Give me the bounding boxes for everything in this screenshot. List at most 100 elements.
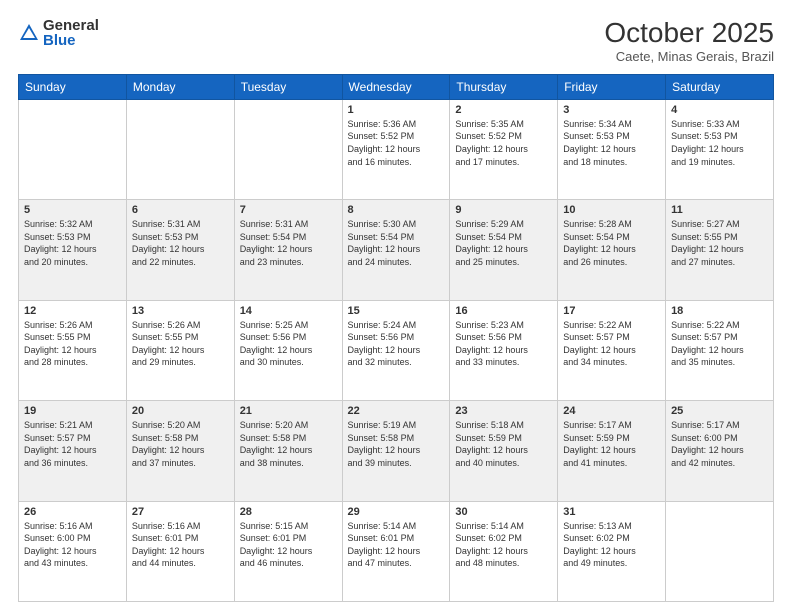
day-info: Sunrise: 5:36 AM Sunset: 5:52 PM Dayligh… <box>348 118 445 168</box>
calendar-cell: 24 Sunrise: 5:17 AM Sunset: 5:59 PM Dayli… <box>558 401 666 501</box>
calendar-cell: 11Sunrise: 5:27 AM Sunset: 5:55 PM Dayli… <box>666 200 774 300</box>
day-info: Sunrise: 5:19 AM Sunset: 5:58 PM Dayligh… <box>348 419 445 469</box>
day-number: 5 <box>24 204 121 216</box>
day-number: 1 <box>348 104 445 116</box>
day-number: 11 <box>671 204 768 216</box>
day-number: 15 <box>348 305 445 317</box>
day-number: 18 <box>671 305 768 317</box>
col-wednesday: Wednesday <box>342 74 450 99</box>
day-number: 7 <box>240 204 337 216</box>
calendar-header: Sunday Monday Tuesday Wednesday Thursday… <box>19 74 774 99</box>
col-saturday: Saturday <box>666 74 774 99</box>
logo-icon <box>18 22 40 44</box>
calendar-week-2: 5 Sunrise: 5:32 AM Sunset: 5:53 PM Daylig… <box>19 200 774 300</box>
month-title: October 2025 <box>604 18 774 49</box>
day-number: 2 <box>455 104 552 116</box>
calendar-cell: 14Sunrise: 5:25 AM Sunset: 5:56 PM Dayli… <box>234 300 342 400</box>
calendar-cell: 12Sunrise: 5:26 AM Sunset: 5:55 PM Dayli… <box>19 300 127 400</box>
calendar-cell: 10 Sunrise: 5:28 AM Sunset: 5:54 PM Dayli… <box>558 200 666 300</box>
day-number: 3 <box>563 104 660 116</box>
day-info: Sunrise: 5:17 AM Sunset: 6:00 PM Dayligh… <box>671 419 768 469</box>
calendar-week-4: 19Sunrise: 5:21 AM Sunset: 5:57 PM Dayli… <box>19 401 774 501</box>
day-info: Sunrise: 5:17 AM Sunset: 5:59 PM Dayligh… <box>563 419 660 469</box>
day-info: Sunrise: 5:13 AM Sunset: 6:02 PM Dayligh… <box>563 520 660 570</box>
calendar-cell: 2Sunrise: 5:35 AM Sunset: 5:52 PM Daylig… <box>450 99 558 199</box>
calendar-cell: 29 Sunrise: 5:14 AM Sunset: 6:01 PM Dayli… <box>342 501 450 601</box>
title-block: October 2025 Caete, Minas Gerais, Brazil <box>604 18 774 64</box>
day-number: 30 <box>455 506 552 518</box>
calendar-week-1: 1 Sunrise: 5:36 AM Sunset: 5:52 PM Daylig… <box>19 99 774 199</box>
day-number: 13 <box>132 305 229 317</box>
calendar-week-3: 12 Sunrise: 5:26 AM Sunset: 5:55 PM Dayli… <box>19 300 774 400</box>
logo-text: General Blue <box>43 18 99 48</box>
calendar-cell: 20 Sunrise: 5:20 AM Sunset: 5:58 PM Dayli… <box>126 401 234 501</box>
calendar-cell: 27 Sunrise: 5:16 AM Sunset: 6:01 PM Dayli… <box>126 501 234 601</box>
calendar-cell: 9Sunrise: 5:29 AM Sunset: 5:54 PM Daylig… <box>450 200 558 300</box>
location: Caete, Minas Gerais, Brazil <box>604 49 774 64</box>
day-number: 27 <box>132 506 229 518</box>
day-info: Sunrise: 5:24 AM Sunset: 5:56 PM Dayligh… <box>348 319 445 369</box>
day-info: Sunrise: 5:22 AM Sunset: 5:57 PM Dayligh… <box>563 319 660 369</box>
col-thursday: Thursday <box>450 74 558 99</box>
page: General Blue October 2025 Caete, Minas G… <box>0 0 792 612</box>
day-number: 24 <box>563 405 660 417</box>
calendar-cell: 28Sunrise: 5:15 AM Sunset: 6:01 PM Dayli… <box>234 501 342 601</box>
day-number: 10 <box>563 204 660 216</box>
day-info: Sunrise: 5:28 AM Sunset: 5:54 PM Dayligh… <box>563 218 660 268</box>
calendar-cell: 25 Sunrise: 5:17 AM Sunset: 6:00 PM Dayli… <box>666 401 774 501</box>
logo: General Blue <box>18 18 99 48</box>
calendar-cell: 26Sunrise: 5:16 AM Sunset: 6:00 PM Dayli… <box>19 501 127 601</box>
calendar-cell <box>19 99 127 199</box>
day-number: 6 <box>132 204 229 216</box>
day-info: Sunrise: 5:14 AM Sunset: 6:01 PM Dayligh… <box>348 520 445 570</box>
day-info: Sunrise: 5:15 AM Sunset: 6:01 PM Dayligh… <box>240 520 337 570</box>
day-info: Sunrise: 5:29 AM Sunset: 5:54 PM Dayligh… <box>455 218 552 268</box>
day-number: 12 <box>24 305 121 317</box>
calendar-table: Sunday Monday Tuesday Wednesday Thursday… <box>18 74 774 602</box>
calendar-cell <box>126 99 234 199</box>
calendar-cell: 17Sunrise: 5:22 AM Sunset: 5:57 PM Dayli… <box>558 300 666 400</box>
col-monday: Monday <box>126 74 234 99</box>
calendar-cell: 13 Sunrise: 5:26 AM Sunset: 5:55 PM Dayli… <box>126 300 234 400</box>
day-info: Sunrise: 5:34 AM Sunset: 5:53 PM Dayligh… <box>563 118 660 168</box>
calendar-cell: 3 Sunrise: 5:34 AM Sunset: 5:53 PM Daylig… <box>558 99 666 199</box>
day-number: 14 <box>240 305 337 317</box>
calendar-body: 1 Sunrise: 5:36 AM Sunset: 5:52 PM Daylig… <box>19 99 774 601</box>
header-row: Sunday Monday Tuesday Wednesday Thursday… <box>19 74 774 99</box>
day-info: Sunrise: 5:31 AM Sunset: 5:53 PM Dayligh… <box>132 218 229 268</box>
day-info: Sunrise: 5:21 AM Sunset: 5:57 PM Dayligh… <box>24 419 121 469</box>
day-number: 4 <box>671 104 768 116</box>
calendar-cell: 4Sunrise: 5:33 AM Sunset: 5:53 PM Daylig… <box>666 99 774 199</box>
calendar-cell: 19Sunrise: 5:21 AM Sunset: 5:57 PM Dayli… <box>19 401 127 501</box>
day-number: 23 <box>455 405 552 417</box>
day-info: Sunrise: 5:18 AM Sunset: 5:59 PM Dayligh… <box>455 419 552 469</box>
header: General Blue October 2025 Caete, Minas G… <box>18 18 774 64</box>
calendar-cell: 23 Sunrise: 5:18 AM Sunset: 5:59 PM Dayli… <box>450 401 558 501</box>
day-number: 29 <box>348 506 445 518</box>
calendar-week-5: 26Sunrise: 5:16 AM Sunset: 6:00 PM Dayli… <box>19 501 774 601</box>
day-number: 26 <box>24 506 121 518</box>
calendar-cell: 21 Sunrise: 5:20 AM Sunset: 5:58 PM Dayli… <box>234 401 342 501</box>
calendar-cell: 8Sunrise: 5:30 AM Sunset: 5:54 PM Daylig… <box>342 200 450 300</box>
day-info: Sunrise: 5:23 AM Sunset: 5:56 PM Dayligh… <box>455 319 552 369</box>
col-sunday: Sunday <box>19 74 127 99</box>
day-info: Sunrise: 5:20 AM Sunset: 5:58 PM Dayligh… <box>132 419 229 469</box>
calendar-cell <box>666 501 774 601</box>
day-info: Sunrise: 5:14 AM Sunset: 6:02 PM Dayligh… <box>455 520 552 570</box>
day-number: 20 <box>132 405 229 417</box>
calendar-cell: 15 Sunrise: 5:24 AM Sunset: 5:56 PM Dayli… <box>342 300 450 400</box>
day-number: 25 <box>671 405 768 417</box>
day-info: Sunrise: 5:26 AM Sunset: 5:55 PM Dayligh… <box>132 319 229 369</box>
day-info: Sunrise: 5:16 AM Sunset: 6:01 PM Dayligh… <box>132 520 229 570</box>
day-number: 16 <box>455 305 552 317</box>
calendar-cell: 5 Sunrise: 5:32 AM Sunset: 5:53 PM Daylig… <box>19 200 127 300</box>
calendar-cell: 31 Sunrise: 5:13 AM Sunset: 6:02 PM Dayli… <box>558 501 666 601</box>
day-number: 31 <box>563 506 660 518</box>
day-info: Sunrise: 5:20 AM Sunset: 5:58 PM Dayligh… <box>240 419 337 469</box>
calendar-cell: 7Sunrise: 5:31 AM Sunset: 5:54 PM Daylig… <box>234 200 342 300</box>
day-info: Sunrise: 5:32 AM Sunset: 5:53 PM Dayligh… <box>24 218 121 268</box>
calendar-cell: 30 Sunrise: 5:14 AM Sunset: 6:02 PM Dayli… <box>450 501 558 601</box>
col-friday: Friday <box>558 74 666 99</box>
day-number: 8 <box>348 204 445 216</box>
day-number: 21 <box>240 405 337 417</box>
